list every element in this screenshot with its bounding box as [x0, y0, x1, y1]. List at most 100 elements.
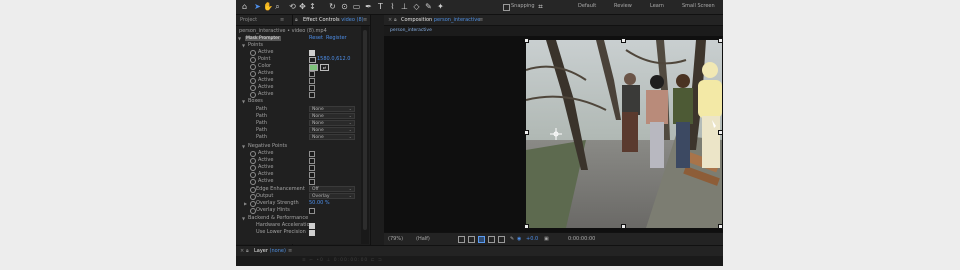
snapshot-icon[interactable]: ▣	[544, 236, 549, 242]
group-negative-points[interactable]: ▼ Negative Points	[236, 143, 361, 150]
pan-tool-icon[interactable]: ✥	[298, 2, 307, 11]
expand-triangle-icon[interactable]: ▼	[238, 35, 241, 42]
workspace-review[interactable]: Review	[614, 3, 632, 9]
transform-handle[interactable]	[718, 130, 723, 135]
grid-icon[interactable]	[468, 236, 475, 243]
transform-handle[interactable]	[718, 224, 723, 229]
active-checkbox[interactable]	[309, 179, 315, 185]
hand-tool-icon[interactable]: ✋	[263, 2, 273, 11]
expand-triangle-icon[interactable]: ▼	[242, 143, 245, 150]
path-dropdown[interactable]: None	[309, 134, 355, 140]
lock-icon[interactable]: 🔒︎	[246, 248, 249, 254]
overlay-strength-value[interactable]: 50.00 %	[309, 200, 330, 207]
lower-precision-checkbox[interactable]	[309, 230, 315, 236]
transform-handle[interactable]	[524, 224, 529, 229]
camera-view-icon[interactable]	[498, 236, 505, 243]
composition-viewer[interactable]	[384, 36, 723, 232]
reset-exposure-icon[interactable]: ◉	[517, 236, 521, 242]
tab-layer[interactable]: Layer (none)	[254, 248, 286, 254]
close-icon[interactable]: ×	[388, 17, 392, 23]
expand-triangle-icon[interactable]: ▼	[242, 98, 245, 105]
region-of-interest-icon[interactable]	[458, 236, 465, 243]
effect-name[interactable]: Mask Prompter	[245, 36, 281, 41]
rectangle-tool-icon[interactable]: ▭	[352, 2, 361, 11]
expand-triangle-icon[interactable]: ▼	[242, 42, 245, 49]
panel-divider[interactable]	[370, 15, 371, 245]
output-dropdown[interactable]: Overlay	[309, 193, 355, 199]
negative-row: Active	[236, 150, 361, 157]
path-dropdown[interactable]: None	[309, 106, 355, 112]
panel-menu-icon[interactable]: ≡	[479, 17, 483, 23]
scrollbar-thumb[interactable]	[363, 30, 367, 230]
orbit-tool-icon[interactable]: ⟲	[288, 2, 297, 11]
home-icon[interactable]: ⌂	[240, 2, 249, 11]
panel-menu-icon[interactable]: ≡	[288, 248, 292, 254]
tab-project[interactable]: Project	[240, 17, 257, 23]
color-picker-icon[interactable]: ✎	[510, 236, 514, 242]
path-dropdown[interactable]: None	[309, 113, 355, 119]
workspace-default[interactable]: Default	[578, 3, 596, 9]
path-dropdown[interactable]: None	[309, 120, 355, 126]
workspace-learn[interactable]: Learn	[650, 3, 664, 9]
zoom-dropdown[interactable]: (79%)	[388, 236, 403, 242]
path-dropdown[interactable]: None	[309, 127, 355, 133]
overlay-hints-checkbox[interactable]	[309, 208, 315, 214]
workspace-small-screen[interactable]: Small Screen	[682, 3, 715, 9]
group-points-label: Points	[248, 42, 264, 48]
snapping-options-icon[interactable]: ⌗	[536, 2, 545, 11]
transform-handle[interactable]	[718, 38, 723, 43]
eraser-tool-icon[interactable]: ◇	[412, 2, 421, 11]
transform-handle[interactable]	[621, 224, 626, 229]
points-row: Point 1580.0,612.0	[236, 56, 361, 63]
panel-menu-icon[interactable]: ≡	[363, 17, 367, 23]
zoom-tool-icon[interactable]: ⌕	[273, 2, 282, 11]
resolution-dropdown[interactable]: (Half)	[416, 236, 430, 242]
reset-button[interactable]: Reset	[309, 35, 323, 42]
transform-handle[interactable]	[524, 38, 529, 43]
snapping-checkbox[interactable]	[503, 4, 510, 11]
lock-icon[interactable]: 🔒︎	[295, 17, 298, 23]
layer-footer-controls: ≡ ⌐ •0 ⊥ 0:00:00:00 ⊏ ⊐	[302, 258, 383, 263]
clone-stamp-tool-icon[interactable]: ⊥	[400, 2, 409, 11]
negative-row: Active	[236, 178, 361, 185]
tab-composition[interactable]: Composition person_interactive	[401, 17, 480, 23]
panel-menu-icon[interactable]: ≡	[280, 17, 284, 23]
effect-layer-path: person_interactive • video (8).mp4	[239, 28, 327, 34]
transform-handle[interactable]	[524, 130, 529, 135]
close-icon[interactable]: ×	[240, 248, 244, 254]
group-boxes[interactable]: ▼ Boxes	[236, 98, 361, 105]
mask-visibility-icon[interactable]	[478, 236, 485, 243]
output-row: Output Overlay	[236, 193, 361, 200]
param-label: Point	[258, 56, 271, 62]
transform-handle[interactable]	[621, 38, 626, 43]
composition-path-label[interactable]: person_interactive	[390, 28, 432, 33]
stopwatch-icon[interactable]	[250, 179, 256, 185]
transparency-grid-icon[interactable]	[488, 236, 495, 243]
point-value[interactable]: 1580.0,612.0	[317, 56, 350, 63]
boxes-row: Path None	[236, 106, 361, 113]
boxes-row: Path None	[236, 127, 361, 134]
brush-tool-icon[interactable]: ⌇	[388, 2, 397, 11]
lock-icon[interactable]: 🔒︎	[394, 17, 397, 23]
exposure-value[interactable]: +0.0	[526, 236, 538, 242]
effect-header-row[interactable]: ▼ Mask Prompter Reset Register	[236, 35, 361, 42]
rotate-tool-icon[interactable]: ↻	[328, 2, 337, 11]
edge-enhancement-dropdown[interactable]: Off	[309, 186, 355, 192]
expand-triangle-icon[interactable]: ▼	[242, 215, 245, 222]
expand-triangle-icon[interactable]: ▶	[244, 200, 247, 207]
pan-behind-tool-icon[interactable]: ⊙	[340, 2, 349, 11]
group-backend[interactable]: ▼ Backend & Performance	[236, 215, 361, 222]
effect-controls-scrollbar[interactable]	[361, 26, 369, 244]
roto-brush-tool-icon[interactable]: ✎	[424, 2, 433, 11]
register-button[interactable]: Register	[326, 35, 347, 42]
tab-effect-controls[interactable]: Effect Controls video (8)	[303, 17, 364, 23]
puppet-tool-icon[interactable]: ✦	[436, 2, 445, 11]
type-tool-icon[interactable]: T	[376, 2, 385, 11]
selection-tool-icon[interactable]: ➤	[253, 2, 262, 11]
effect-controls-tab-layer: video (8)	[341, 17, 364, 23]
group-points[interactable]: ▼ Points	[236, 42, 361, 49]
dolly-tool-icon[interactable]: ↕	[308, 2, 317, 11]
timecode[interactable]: 0:00:00:00	[568, 236, 595, 242]
pen-tool-icon[interactable]: ✒	[364, 2, 373, 11]
video-frame[interactable]	[526, 40, 722, 228]
